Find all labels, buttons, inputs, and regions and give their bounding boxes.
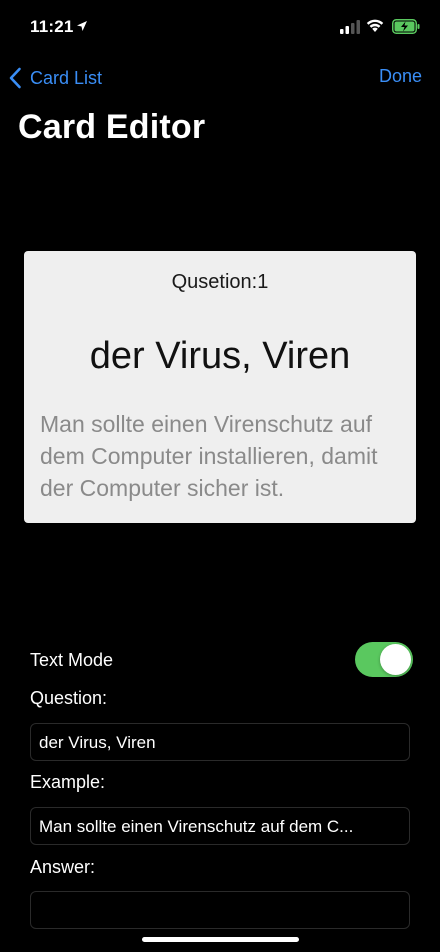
chevron-left-icon [9,67,21,89]
answer-label: Answer: [30,857,96,877]
battery-charging-icon [392,19,420,34]
page-title: Card Editor [18,108,206,146]
text-mode-toggle[interactable] [355,642,413,677]
answer-field[interactable] [30,891,410,929]
home-indicator[interactable] [142,937,299,942]
screen: 11:21 Card List Done Card Editor Qusetio… [0,0,440,952]
example-field[interactable]: Man sollte einen Virenschutz auf dem C..… [30,807,410,845]
done-button[interactable]: Done [379,66,422,87]
example-label: Example: [30,772,106,792]
card-example-text: Man sollte einen Virenschutz auf dem Com… [40,411,378,501]
cellular-signal-icon [340,20,360,34]
card-preview[interactable]: Qusetion:1 der Virus, Viren Man sollte e… [24,251,416,523]
back-button[interactable]: Card List [8,64,102,92]
location-arrow-icon [77,21,87,31]
wifi-icon [366,19,384,32]
question-field[interactable]: der Virus, Viren [30,723,410,761]
text-mode-label: Text Mode [30,650,114,670]
status-time: 11:21 [30,17,74,36]
card-question-text: der Virus, Viren [89,335,351,377]
back-button-label: Card List [30,67,103,88]
question-label: Question: [30,688,108,708]
toggle-knob [380,644,411,675]
status-bar: 11:21 [0,0,440,56]
card-number-label: Qusetion:1 [171,271,269,293]
